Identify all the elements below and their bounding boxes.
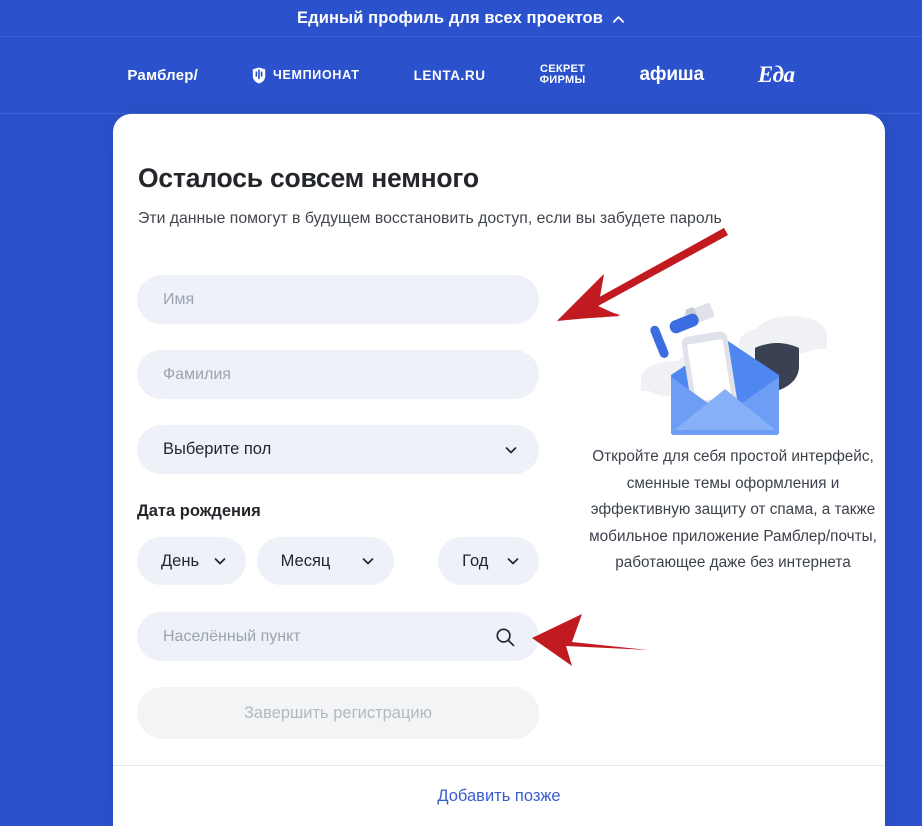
shield-icon [252, 67, 266, 84]
unified-profile-title: Единый профиль для всех проектов [297, 8, 603, 27]
page-title: Осталось совсем немного [138, 162, 479, 193]
dob-day-label: День [161, 551, 200, 570]
complete-registration-button[interactable]: Завершить регистрацию [137, 687, 539, 739]
chevron-down-icon [213, 554, 227, 568]
envelope-with-phone-shield-brush-illustration [583, 267, 883, 442]
brand-link-rambler[interactable]: Рамблер/ [100, 67, 225, 84]
brand-label-secret-line2: ФИРМЫ [539, 74, 586, 86]
chevron-down-icon [361, 554, 375, 568]
last-name-input[interactable] [137, 350, 539, 399]
registration-form: Выберите пол Дата рождения День [137, 275, 539, 739]
chevron-up-icon[interactable] [612, 13, 625, 26]
page-subtitle: Эти данные помогут в будущем восстановит… [138, 209, 722, 227]
dob-year-label: Год [462, 551, 489, 570]
unified-profile-bar[interactable]: Единый профиль для всех проектов [0, 0, 922, 36]
brand-label-lenta: LENTA.RU [413, 67, 486, 83]
promo-text: Откройте для себя простой интерфейс, сме… [589, 448, 877, 571]
brand-label-afisha: афиша [639, 64, 704, 85]
card-body: Осталось совсем немного Эти данные помог… [113, 114, 885, 765]
card-footer: Добавить позже [113, 765, 885, 826]
dob-month-label: Месяц [280, 551, 331, 570]
gender-select-label: Выберите пол [163, 440, 272, 458]
registration-page: Единый профиль для всех проектов Рамблер… [0, 0, 922, 826]
brand-link-eda[interactable]: Еда [731, 62, 822, 88]
gender-select[interactable]: Выберите пол [137, 425, 539, 474]
promo-panel: Откройте для себя простой интерфейс, сме… [583, 267, 883, 592]
city-input[interactable] [137, 612, 539, 661]
brand-link-secret-firmy[interactable]: СЕКРЕТ ФИРМЫ [513, 63, 613, 87]
date-of-birth-row: День Месяц Год [137, 537, 539, 585]
date-of-birth-label: Дата рождения [137, 502, 261, 520]
chevron-down-icon [504, 443, 518, 457]
brand-label-championat: ЧЕМПИОНАТ [272, 68, 360, 82]
dob-month-select[interactable]: Месяц [256, 537, 395, 585]
brand-nav: Рамблер/ ЧЕМПИОНАТ LENTA.RU СЕКРЕТ ФИРМЫ… [0, 36, 922, 114]
brand-link-afisha[interactable]: афиша [613, 64, 731, 86]
brand-link-lenta[interactable]: LENTA.RU [387, 68, 513, 83]
first-name-input[interactable] [137, 275, 539, 324]
brand-label-rambler: Рамблер/ [127, 66, 198, 84]
city-field-wrapper [137, 612, 539, 661]
dob-year-select[interactable]: Год [438, 537, 539, 585]
brand-label-secret-firmy: СЕКРЕТ ФИРМЫ [539, 63, 586, 87]
chevron-down-icon [506, 554, 520, 568]
brand-label-eda: Еда [757, 62, 795, 87]
add-later-link[interactable]: Добавить позже [437, 787, 560, 806]
brand-link-championat[interactable]: ЧЕМПИОНАТ [225, 67, 387, 84]
dob-day-select[interactable]: День [137, 537, 246, 585]
registration-card: Осталось совсем немного Эти данные помог… [113, 114, 885, 826]
search-icon[interactable] [495, 627, 515, 647]
